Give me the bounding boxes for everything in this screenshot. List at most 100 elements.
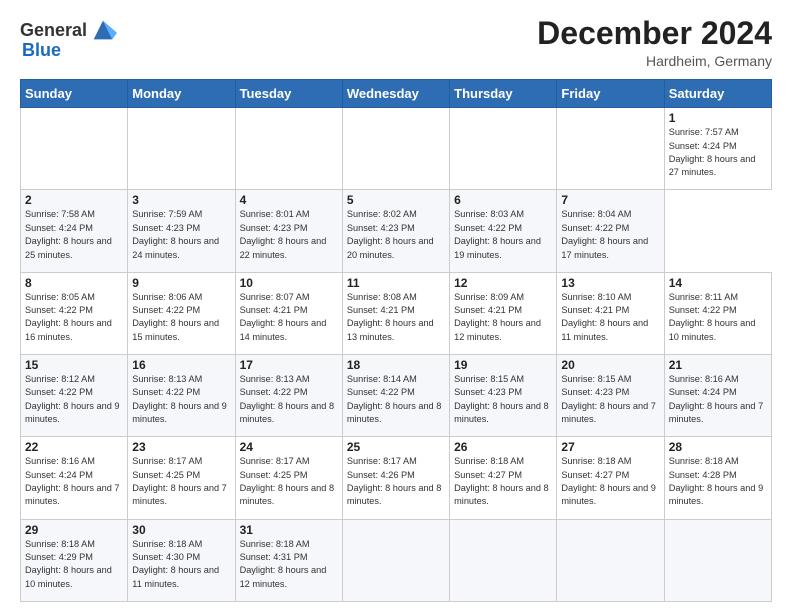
calendar-week-4: 22Sunrise: 8:16 AMSunset: 4:24 PMDayligh… [21,437,772,519]
table-row: 10Sunrise: 8:07 AMSunset: 4:21 PMDayligh… [235,272,342,354]
day-number: 17 [240,358,338,372]
table-row: 21Sunrise: 8:16 AMSunset: 4:24 PMDayligh… [664,355,771,437]
day-number: 2 [25,193,123,207]
day-number: 11 [347,276,445,290]
table-row: 16Sunrise: 8:13 AMSunset: 4:22 PMDayligh… [128,355,235,437]
day-info: Sunrise: 8:06 AMSunset: 4:22 PMDaylight:… [132,291,230,344]
table-row: 26Sunrise: 8:18 AMSunset: 4:27 PMDayligh… [450,437,557,519]
table-row [664,519,771,601]
day-info: Sunrise: 7:57 AMSunset: 4:24 PMDaylight:… [669,126,767,179]
col-tuesday: Tuesday [235,80,342,108]
day-number: 5 [347,193,445,207]
page: General Blue December 2024 Hardheim, Ger… [0,0,792,612]
calendar-week-0: 1Sunrise: 7:57 AMSunset: 4:24 PMDaylight… [21,108,772,190]
table-row: 25Sunrise: 8:17 AMSunset: 4:26 PMDayligh… [342,437,449,519]
day-info: Sunrise: 7:58 AMSunset: 4:24 PMDaylight:… [25,208,123,261]
day-number: 30 [132,523,230,537]
day-number: 20 [561,358,659,372]
table-row: 22Sunrise: 8:16 AMSunset: 4:24 PMDayligh… [21,437,128,519]
table-row [450,108,557,190]
header: General Blue December 2024 Hardheim, Ger… [20,16,772,69]
day-info: Sunrise: 8:05 AMSunset: 4:22 PMDaylight:… [25,291,123,344]
day-info: Sunrise: 8:17 AMSunset: 4:26 PMDaylight:… [347,455,445,508]
table-row [342,519,449,601]
table-row: 24Sunrise: 8:17 AMSunset: 4:25 PMDayligh… [235,437,342,519]
day-info: Sunrise: 8:11 AMSunset: 4:22 PMDaylight:… [669,291,767,344]
table-row: 18Sunrise: 8:14 AMSunset: 4:22 PMDayligh… [342,355,449,437]
day-number: 4 [240,193,338,207]
table-row: 9Sunrise: 8:06 AMSunset: 4:22 PMDaylight… [128,272,235,354]
day-number: 16 [132,358,230,372]
day-number: 13 [561,276,659,290]
day-number: 12 [454,276,552,290]
table-row: 13Sunrise: 8:10 AMSunset: 4:21 PMDayligh… [557,272,664,354]
day-number: 9 [132,276,230,290]
title-block: December 2024 Hardheim, Germany [537,16,772,69]
day-info: Sunrise: 8:12 AMSunset: 4:22 PMDaylight:… [25,373,123,426]
day-info: Sunrise: 8:16 AMSunset: 4:24 PMDaylight:… [25,455,123,508]
col-friday: Friday [557,80,664,108]
day-number: 19 [454,358,552,372]
day-number: 25 [347,440,445,454]
table-row: 14Sunrise: 8:11 AMSunset: 4:22 PMDayligh… [664,272,771,354]
day-info: Sunrise: 8:18 AMSunset: 4:29 PMDaylight:… [25,538,123,591]
month-title: December 2024 [537,16,772,51]
table-row: 15Sunrise: 8:12 AMSunset: 4:22 PMDayligh… [21,355,128,437]
calendar-header-row: Sunday Monday Tuesday Wednesday Thursday… [21,80,772,108]
table-row: 17Sunrise: 8:13 AMSunset: 4:22 PMDayligh… [235,355,342,437]
table-row: 4Sunrise: 8:01 AMSunset: 4:23 PMDaylight… [235,190,342,272]
table-row: 1Sunrise: 7:57 AMSunset: 4:24 PMDaylight… [664,108,771,190]
logo-blue: Blue [22,40,61,61]
logo-icon [89,16,117,44]
table-row [21,108,128,190]
table-row: 20Sunrise: 8:15 AMSunset: 4:23 PMDayligh… [557,355,664,437]
table-row: 29Sunrise: 8:18 AMSunset: 4:29 PMDayligh… [21,519,128,601]
table-row: 28Sunrise: 8:18 AMSunset: 4:28 PMDayligh… [664,437,771,519]
day-info: Sunrise: 8:08 AMSunset: 4:21 PMDaylight:… [347,291,445,344]
day-number: 7 [561,193,659,207]
day-number: 1 [669,111,767,125]
day-number: 27 [561,440,659,454]
table-row [557,108,664,190]
day-number: 24 [240,440,338,454]
col-monday: Monday [128,80,235,108]
table-row [450,519,557,601]
day-info: Sunrise: 8:09 AMSunset: 4:21 PMDaylight:… [454,291,552,344]
table-row: 2Sunrise: 7:58 AMSunset: 4:24 PMDaylight… [21,190,128,272]
table-row: 31Sunrise: 8:18 AMSunset: 4:31 PMDayligh… [235,519,342,601]
table-row [342,108,449,190]
day-number: 31 [240,523,338,537]
day-number: 10 [240,276,338,290]
day-info: Sunrise: 8:01 AMSunset: 4:23 PMDaylight:… [240,208,338,261]
day-number: 18 [347,358,445,372]
day-number: 6 [454,193,552,207]
day-number: 21 [669,358,767,372]
day-info: Sunrise: 8:13 AMSunset: 4:22 PMDaylight:… [132,373,230,426]
day-info: Sunrise: 8:18 AMSunset: 4:30 PMDaylight:… [132,538,230,591]
day-info: Sunrise: 8:02 AMSunset: 4:23 PMDaylight:… [347,208,445,261]
day-number: 29 [25,523,123,537]
col-saturday: Saturday [664,80,771,108]
day-number: 22 [25,440,123,454]
table-row [235,108,342,190]
day-info: Sunrise: 8:15 AMSunset: 4:23 PMDaylight:… [561,373,659,426]
table-row [557,519,664,601]
day-number: 14 [669,276,767,290]
calendar-week-1: 2Sunrise: 7:58 AMSunset: 4:24 PMDaylight… [21,190,772,272]
logo: General Blue [20,16,117,61]
day-info: Sunrise: 8:13 AMSunset: 4:22 PMDaylight:… [240,373,338,426]
calendar-week-2: 8Sunrise: 8:05 AMSunset: 4:22 PMDaylight… [21,272,772,354]
day-number: 26 [454,440,552,454]
day-info: Sunrise: 8:16 AMSunset: 4:24 PMDaylight:… [669,373,767,426]
day-number: 23 [132,440,230,454]
day-info: Sunrise: 8:17 AMSunset: 4:25 PMDaylight:… [240,455,338,508]
table-row: 27Sunrise: 8:18 AMSunset: 4:27 PMDayligh… [557,437,664,519]
location: Hardheim, Germany [537,53,772,69]
day-number: 3 [132,193,230,207]
col-thursday: Thursday [450,80,557,108]
table-row: 6Sunrise: 8:03 AMSunset: 4:22 PMDaylight… [450,190,557,272]
day-number: 28 [669,440,767,454]
table-row [128,108,235,190]
table-row: 19Sunrise: 8:15 AMSunset: 4:23 PMDayligh… [450,355,557,437]
col-sunday: Sunday [21,80,128,108]
